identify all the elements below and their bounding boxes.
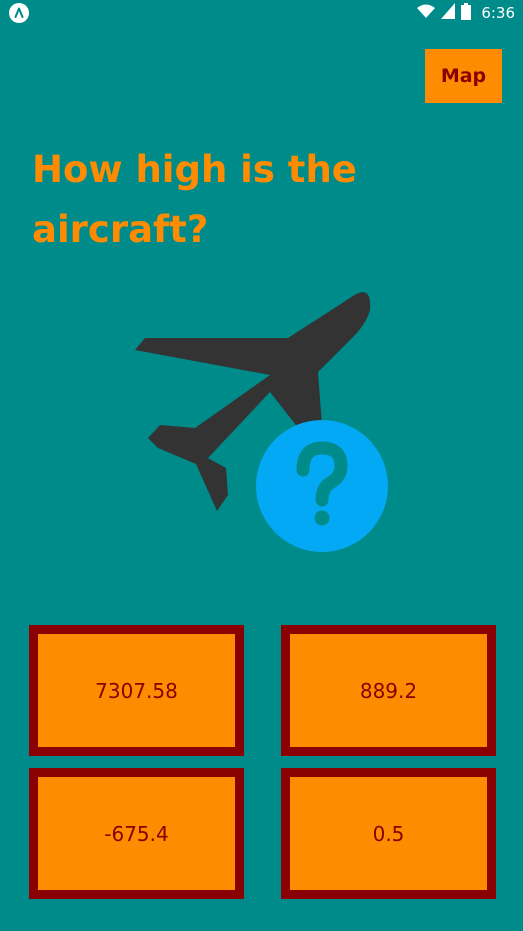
- cellular-signal-icon: [441, 3, 456, 23]
- question-mark-icon: [256, 420, 388, 552]
- answer-button-4[interactable]: 0.5: [281, 768, 496, 899]
- status-bar: 6:36: [0, 0, 523, 26]
- answer-button-2[interactable]: 889.2: [281, 625, 496, 756]
- aircraft-illustration: [120, 280, 410, 560]
- status-icons: 6:36: [417, 2, 515, 24]
- question-title: How high is the aircraft?: [32, 148, 357, 251]
- clock: 6:36: [481, 4, 515, 22]
- answer-button-3[interactable]: -675.4: [29, 768, 244, 899]
- battery-icon: [461, 2, 472, 24]
- map-button[interactable]: Map: [425, 49, 502, 103]
- wifi-icon: [417, 3, 436, 23]
- answer-button-1[interactable]: 7307.58: [29, 625, 244, 756]
- react-native-icon: [9, 3, 29, 23]
